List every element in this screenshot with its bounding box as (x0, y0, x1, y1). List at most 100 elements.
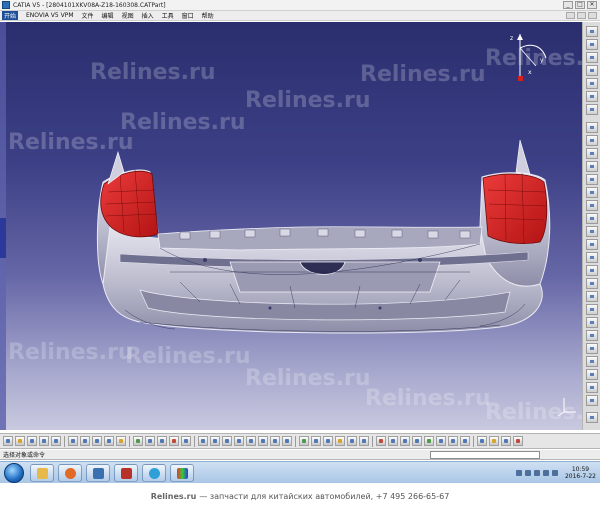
tool-icon[interactable] (586, 65, 598, 76)
tool-icon[interactable] (586, 39, 598, 50)
zoom-out-icon[interactable] (246, 436, 256, 446)
axis-icon[interactable] (412, 436, 422, 446)
tool-icon[interactable] (586, 174, 598, 185)
tool-icon[interactable] (586, 213, 598, 224)
copy-icon[interactable] (68, 436, 78, 446)
plane-icon[interactable] (376, 436, 386, 446)
network-icon[interactable] (551, 469, 558, 476)
left-scroll-thumb[interactable] (0, 218, 6, 258)
taskbar-browser-icon[interactable] (142, 463, 166, 482)
point-icon[interactable] (388, 436, 398, 446)
tool-icon[interactable] (586, 356, 598, 367)
tray-icon[interactable] (524, 469, 531, 476)
tool-icon[interactable] (586, 239, 598, 250)
tool-icon[interactable] (586, 265, 598, 276)
doc-minimize-button[interactable] (566, 12, 575, 19)
rotate-icon[interactable] (222, 436, 232, 446)
taskbar-catia-icon[interactable] (86, 463, 110, 482)
tool-icon[interactable] (586, 52, 598, 63)
save-icon[interactable] (27, 436, 37, 446)
tool-icon[interactable] (586, 200, 598, 211)
menu-edit[interactable]: 编辑 (102, 11, 114, 20)
doc-close-button[interactable] (588, 12, 597, 19)
material-icon[interactable] (489, 436, 499, 446)
doc-restore-button[interactable] (577, 12, 586, 19)
zoom-in-icon[interactable] (234, 436, 244, 446)
menu-file[interactable]: 文件 (82, 11, 94, 20)
boolean-icon[interactable] (424, 436, 434, 446)
undo-icon[interactable] (92, 436, 102, 446)
measure-between-icon[interactable] (436, 436, 446, 446)
left-scroll-rail[interactable] (0, 22, 6, 430)
menu-view[interactable]: 视图 (122, 11, 134, 20)
tool-icon[interactable] (586, 26, 598, 37)
tray-icon[interactable] (515, 469, 522, 476)
tool-icon[interactable] (586, 122, 598, 133)
taskbar-folder-icon[interactable] (30, 463, 54, 482)
menu-help[interactable]: 帮助 (202, 11, 214, 20)
compass-widget[interactable]: z y x (506, 28, 554, 86)
tool-icon[interactable] (586, 252, 598, 263)
new-icon[interactable] (3, 436, 13, 446)
tool-icon[interactable] (586, 395, 598, 406)
tool-icon[interactable] (586, 135, 598, 146)
menu-start[interactable]: 开始 (2, 11, 19, 20)
menu-enovia[interactable]: ENOVIA V5 VPM (26, 12, 74, 19)
tool-icon[interactable] (586, 343, 598, 354)
clock[interactable]: 10:59 2016-7-22 (565, 466, 596, 480)
start-button[interactable] (4, 462, 24, 483)
bumper-model[interactable] (0, 22, 582, 430)
tool-icon[interactable] (586, 330, 598, 341)
line-icon[interactable] (400, 436, 410, 446)
close-button[interactable]: ✕ (587, 1, 597, 9)
sketcher-icon[interactable] (335, 436, 345, 446)
minimize-button[interactable]: _ (563, 1, 573, 9)
pan-icon[interactable] (210, 436, 220, 446)
tool-icon[interactable] (586, 91, 598, 102)
taskbar-media-player-icon[interactable] (58, 463, 82, 482)
tool-icon[interactable] (586, 161, 598, 172)
normal-view-icon[interactable] (258, 436, 268, 446)
paste-icon[interactable] (80, 436, 90, 446)
shading-icon[interactable] (299, 436, 309, 446)
formula-icon[interactable] (157, 436, 167, 446)
maximize-button[interactable]: □ (575, 1, 585, 9)
volume-icon[interactable] (542, 469, 549, 476)
section-icon[interactable] (477, 436, 487, 446)
tool-icon[interactable] (586, 187, 598, 198)
tool-icon[interactable] (586, 148, 598, 159)
multi-view-icon[interactable] (270, 436, 280, 446)
tray-icon[interactable] (533, 469, 540, 476)
tool-icon[interactable] (586, 291, 598, 302)
measure-item-icon[interactable] (448, 436, 458, 446)
menu-window[interactable]: 窗口 (182, 11, 194, 20)
tool-icon[interactable] (586, 304, 598, 315)
open-icon[interactable] (15, 436, 25, 446)
measure-icon[interactable] (133, 436, 143, 446)
table-icon[interactable] (145, 436, 155, 446)
menu-tools[interactable]: 工具 (162, 11, 174, 20)
analysis-icon[interactable] (513, 436, 523, 446)
tool-icon[interactable] (586, 278, 598, 289)
snap-icon[interactable] (169, 436, 179, 446)
command-input[interactable] (430, 451, 540, 459)
grid-icon[interactable] (181, 436, 191, 446)
cut-icon[interactable] (51, 436, 61, 446)
pocket-icon[interactable] (359, 436, 369, 446)
pad-icon[interactable] (347, 436, 357, 446)
tool-icon[interactable] (586, 317, 598, 328)
tool-icon[interactable] (586, 226, 598, 237)
tool-icon[interactable] (586, 382, 598, 393)
help-icon[interactable] (116, 436, 126, 446)
inertia-icon[interactable] (460, 436, 470, 446)
menu-insert[interactable]: 插入 (142, 11, 154, 20)
3d-viewport[interactable]: Relines.ru Relines.ru Relines.ru Relines… (0, 22, 582, 430)
redo-icon[interactable] (104, 436, 114, 446)
taskbar-catia-part-icon[interactable] (114, 463, 138, 482)
iso-view-icon[interactable] (282, 436, 292, 446)
fit-all-icon[interactable] (198, 436, 208, 446)
tool-icon[interactable] (586, 369, 598, 380)
tool-icon[interactable] (586, 104, 598, 115)
tool-icon[interactable] (586, 78, 598, 89)
apply-icon[interactable] (501, 436, 511, 446)
